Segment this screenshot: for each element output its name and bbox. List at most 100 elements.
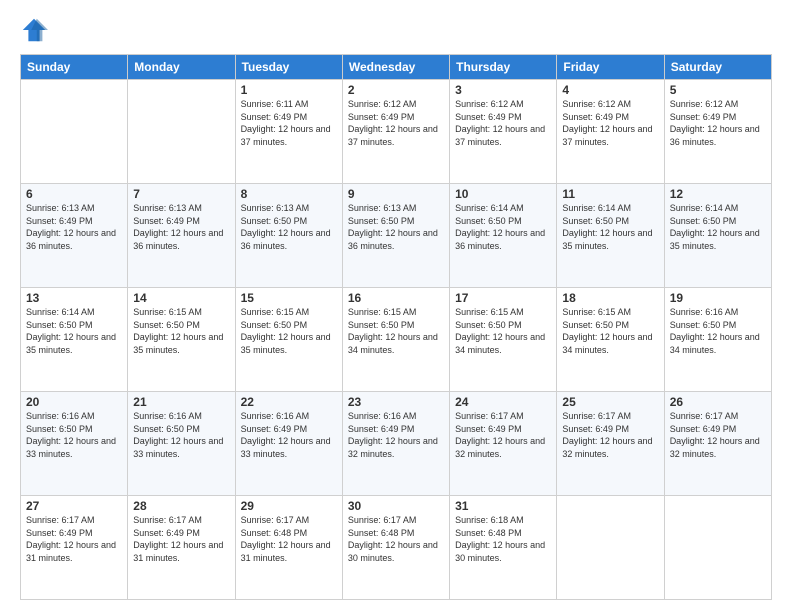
- day-info: Sunrise: 6:16 AMSunset: 6:49 PMDaylight:…: [348, 410, 444, 460]
- day-number: 29: [241, 499, 337, 513]
- day-number: 19: [670, 291, 766, 305]
- day-number: 3: [455, 83, 551, 97]
- calendar-week: 20Sunrise: 6:16 AMSunset: 6:50 PMDayligh…: [21, 392, 772, 496]
- day-info: Sunrise: 6:15 AMSunset: 6:50 PMDaylight:…: [348, 306, 444, 356]
- day-info: Sunrise: 6:14 AMSunset: 6:50 PMDaylight:…: [562, 202, 658, 252]
- day-number: 28: [133, 499, 229, 513]
- day-info: Sunrise: 6:18 AMSunset: 6:48 PMDaylight:…: [455, 514, 551, 564]
- weekday-header: Friday: [557, 55, 664, 80]
- calendar-cell: 4Sunrise: 6:12 AMSunset: 6:49 PMDaylight…: [557, 80, 664, 184]
- day-number: 4: [562, 83, 658, 97]
- day-info: Sunrise: 6:12 AMSunset: 6:49 PMDaylight:…: [348, 98, 444, 148]
- calendar-week: 6 Sunrise: 6:13 AMSunset: 6:49 PMDaylight…: [21, 184, 772, 288]
- weekday-header: Monday: [128, 55, 235, 80]
- day-number: 10: [455, 187, 551, 201]
- calendar-cell: 17Sunrise: 6:15 AMSunset: 6:50 PMDayligh…: [450, 288, 557, 392]
- day-info: Sunrise: 6:16 AMSunset: 6:50 PMDaylight:…: [26, 410, 122, 460]
- calendar-cell: 13Sunrise: 6:14 AMSunset: 6:50 PMDayligh…: [21, 288, 128, 392]
- page: SundayMondayTuesdayWednesdayThursdayFrid…: [0, 0, 792, 612]
- calendar-week: 27Sunrise: 6:17 AMSunset: 6:49 PMDayligh…: [21, 496, 772, 600]
- logo-icon: [20, 16, 48, 44]
- calendar-cell: [21, 80, 128, 184]
- calendar-cell: [128, 80, 235, 184]
- day-number: 16: [348, 291, 444, 305]
- day-info: Sunrise: 6:14 AMSunset: 6:50 PMDaylight:…: [455, 202, 551, 252]
- day-number: 24: [455, 395, 551, 409]
- calendar-cell: 24Sunrise: 6:17 AMSunset: 6:49 PMDayligh…: [450, 392, 557, 496]
- day-number: 7: [133, 187, 229, 201]
- calendar-cell: 3Sunrise: 6:12 AMSunset: 6:49 PMDaylight…: [450, 80, 557, 184]
- day-number: 1: [241, 83, 337, 97]
- logo: [20, 16, 52, 44]
- calendar-cell: 7Sunrise: 6:13 AMSunset: 6:49 PMDaylight…: [128, 184, 235, 288]
- day-number: 27: [26, 499, 122, 513]
- calendar-body: 1Sunrise: 6:11 AMSunset: 6:49 PMDaylight…: [21, 80, 772, 600]
- day-info: Sunrise: 6:17 AMSunset: 6:49 PMDaylight:…: [133, 514, 229, 564]
- day-number: 31: [455, 499, 551, 513]
- day-number: 26: [670, 395, 766, 409]
- calendar-cell: 5Sunrise: 6:12 AMSunset: 6:49 PMDaylight…: [664, 80, 771, 184]
- day-info: Sunrise: 6:12 AMSunset: 6:49 PMDaylight:…: [455, 98, 551, 148]
- calendar-cell: 11Sunrise: 6:14 AMSunset: 6:50 PMDayligh…: [557, 184, 664, 288]
- calendar-cell: 1Sunrise: 6:11 AMSunset: 6:49 PMDaylight…: [235, 80, 342, 184]
- calendar-cell: 19Sunrise: 6:16 AMSunset: 6:50 PMDayligh…: [664, 288, 771, 392]
- header: [20, 16, 772, 44]
- day-info: Sunrise: 6:17 AMSunset: 6:49 PMDaylight:…: [562, 410, 658, 460]
- day-info: Sunrise: 6:17 AMSunset: 6:49 PMDaylight:…: [670, 410, 766, 460]
- calendar-cell: 27Sunrise: 6:17 AMSunset: 6:49 PMDayligh…: [21, 496, 128, 600]
- calendar-cell: 29Sunrise: 6:17 AMSunset: 6:48 PMDayligh…: [235, 496, 342, 600]
- day-info: Sunrise: 6:17 AMSunset: 6:48 PMDaylight:…: [241, 514, 337, 564]
- day-info: Sunrise: 6:16 AMSunset: 6:49 PMDaylight:…: [241, 410, 337, 460]
- calendar-cell: 31Sunrise: 6:18 AMSunset: 6:48 PMDayligh…: [450, 496, 557, 600]
- day-info: Sunrise: 6:13 AMSunset: 6:50 PMDaylight:…: [241, 202, 337, 252]
- calendar-cell: [557, 496, 664, 600]
- day-number: 15: [241, 291, 337, 305]
- day-number: 5: [670, 83, 766, 97]
- weekday-header: Wednesday: [342, 55, 449, 80]
- calendar-week: 13Sunrise: 6:14 AMSunset: 6:50 PMDayligh…: [21, 288, 772, 392]
- calendar-cell: 14Sunrise: 6:15 AMSunset: 6:50 PMDayligh…: [128, 288, 235, 392]
- calendar: SundayMondayTuesdayWednesdayThursdayFrid…: [20, 54, 772, 600]
- day-number: 25: [562, 395, 658, 409]
- calendar-cell: 6Sunrise: 6:13 AMSunset: 6:49 PMDaylight…: [21, 184, 128, 288]
- day-number: 18: [562, 291, 658, 305]
- weekday-header: Sunday: [21, 55, 128, 80]
- day-info: Sunrise: 6:16 AMSunset: 6:50 PMDaylight:…: [133, 410, 229, 460]
- weekday-header: Thursday: [450, 55, 557, 80]
- calendar-week: 1Sunrise: 6:11 AMSunset: 6:49 PMDaylight…: [21, 80, 772, 184]
- calendar-cell: 2Sunrise: 6:12 AMSunset: 6:49 PMDaylight…: [342, 80, 449, 184]
- day-info: Sunrise: 6:15 AMSunset: 6:50 PMDaylight:…: [133, 306, 229, 356]
- calendar-cell: 30Sunrise: 6:17 AMSunset: 6:48 PMDayligh…: [342, 496, 449, 600]
- calendar-cell: [664, 496, 771, 600]
- day-info: Sunrise: 6:14 AMSunset: 6:50 PMDaylight:…: [670, 202, 766, 252]
- calendar-cell: 8Sunrise: 6:13 AMSunset: 6:50 PMDaylight…: [235, 184, 342, 288]
- day-info: Sunrise: 6:12 AMSunset: 6:49 PMDaylight:…: [670, 98, 766, 148]
- day-number: 11: [562, 187, 658, 201]
- day-number: 2: [348, 83, 444, 97]
- day-number: 30: [348, 499, 444, 513]
- day-info: Sunrise: 6:14 AMSunset: 6:50 PMDaylight:…: [26, 306, 122, 356]
- day-info: Sunrise: 6:13 AMSunset: 6:49 PMDaylight:…: [133, 202, 229, 252]
- day-info: Sunrise: 6:13 AMSunset: 6:50 PMDaylight:…: [348, 202, 444, 252]
- day-info: Sunrise: 6:15 AMSunset: 6:50 PMDaylight:…: [455, 306, 551, 356]
- calendar-cell: 18Sunrise: 6:15 AMSunset: 6:50 PMDayligh…: [557, 288, 664, 392]
- calendar-cell: 23Sunrise: 6:16 AMSunset: 6:49 PMDayligh…: [342, 392, 449, 496]
- weekday-header: Tuesday: [235, 55, 342, 80]
- calendar-cell: 9Sunrise: 6:13 AMSunset: 6:50 PMDaylight…: [342, 184, 449, 288]
- day-info: Sunrise: 6:11 AMSunset: 6:49 PMDaylight:…: [241, 98, 337, 148]
- calendar-cell: 10Sunrise: 6:14 AMSunset: 6:50 PMDayligh…: [450, 184, 557, 288]
- calendar-cell: 25Sunrise: 6:17 AMSunset: 6:49 PMDayligh…: [557, 392, 664, 496]
- calendar-cell: 28Sunrise: 6:17 AMSunset: 6:49 PMDayligh…: [128, 496, 235, 600]
- day-number: 13: [26, 291, 122, 305]
- day-number: 12: [670, 187, 766, 201]
- day-number: 20: [26, 395, 122, 409]
- day-number: 9: [348, 187, 444, 201]
- day-number: 22: [241, 395, 337, 409]
- weekday-header: Saturday: [664, 55, 771, 80]
- day-info: Sunrise: 6:15 AMSunset: 6:50 PMDaylight:…: [241, 306, 337, 356]
- calendar-cell: 26Sunrise: 6:17 AMSunset: 6:49 PMDayligh…: [664, 392, 771, 496]
- day-info: Sunrise: 6:17 AMSunset: 6:49 PMDaylight:…: [26, 514, 122, 564]
- day-number: 6: [26, 187, 122, 201]
- day-info: Sunrise: 6:16 AMSunset: 6:50 PMDaylight:…: [670, 306, 766, 356]
- calendar-cell: 16Sunrise: 6:15 AMSunset: 6:50 PMDayligh…: [342, 288, 449, 392]
